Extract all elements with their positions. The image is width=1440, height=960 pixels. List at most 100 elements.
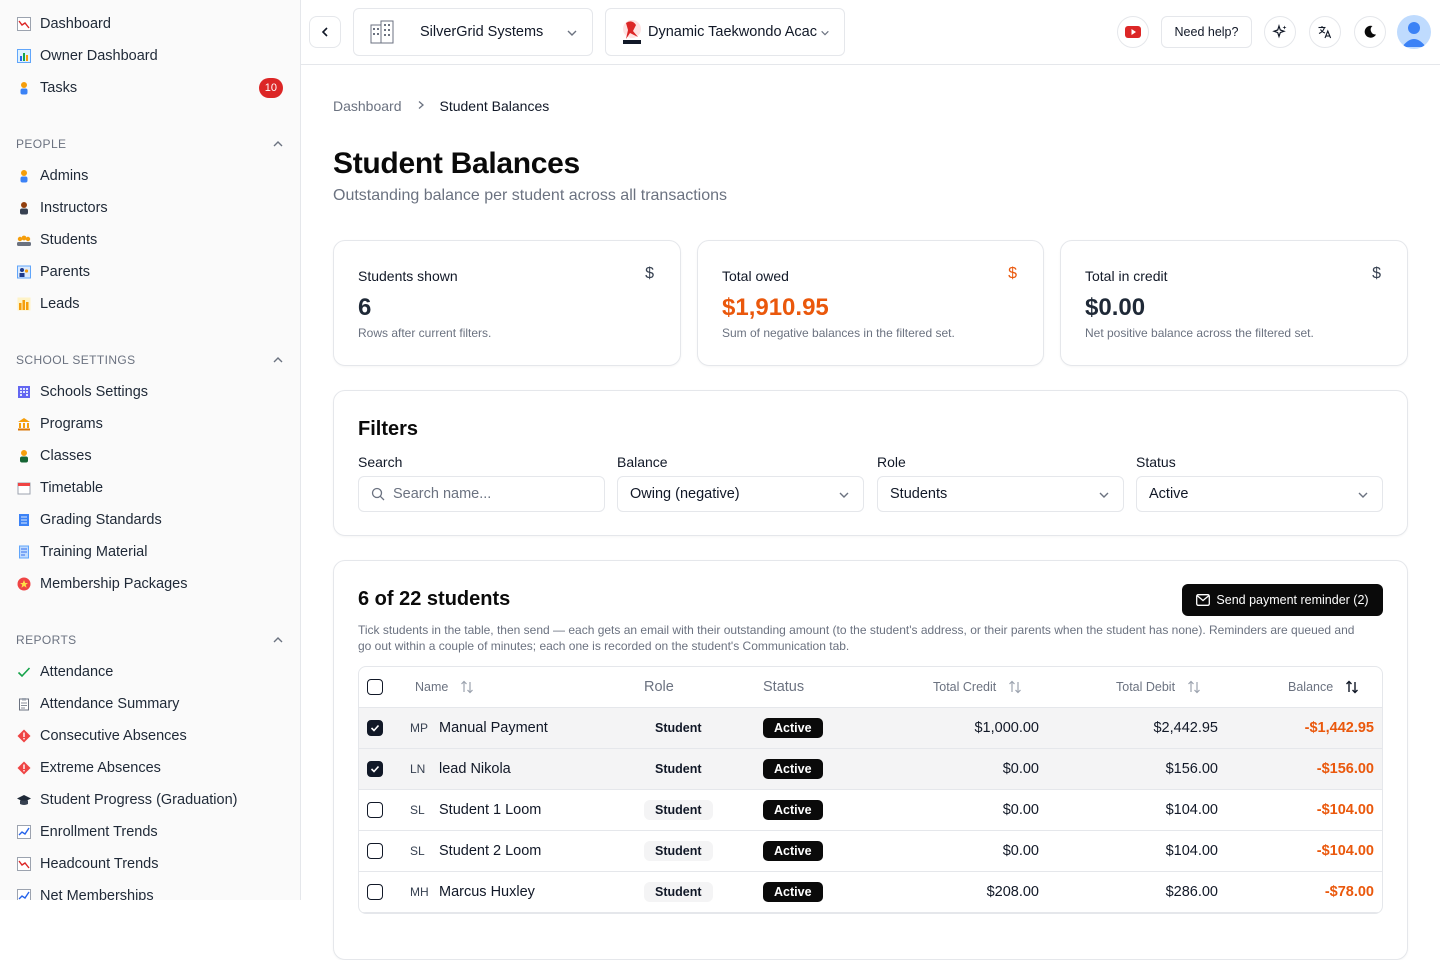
balance-select[interactable]: Owing (negative) <box>617 476 864 512</box>
section-header-people[interactable]: PEOPLE <box>0 128 300 160</box>
back-button[interactable] <box>309 16 341 48</box>
sidebar-item-timetable[interactable]: Timetable <box>0 472 300 504</box>
search-input[interactable]: Search name... <box>358 476 605 512</box>
sidebar-item-attendance[interactable]: Attendance <box>0 656 300 688</box>
total-debit: $104.00 <box>1165 843 1218 859</box>
chevron-up-icon <box>273 637 283 643</box>
organization-select[interactable]: SilverGrid Systems <box>353 8 593 56</box>
column-header-name[interactable]: Name <box>415 667 474 707</box>
trend-icon <box>16 824 32 840</box>
bar-chart-icon <box>16 296 32 312</box>
sidebar-item-parents[interactable]: Parents <box>0 256 300 288</box>
student-initials: SL <box>410 844 425 858</box>
stat-value: $1,910.95 <box>722 294 829 321</box>
building-icon <box>16 384 32 400</box>
row-checkbox[interactable] <box>367 790 383 830</box>
sidebar-item-admins[interactable]: Admins <box>0 160 300 192</box>
sidebar-item-label: Schools Settings <box>40 384 149 400</box>
breadcrumb-root[interactable]: Dashboard <box>333 98 402 114</box>
section-header-reports[interactable]: REPORTS <box>0 624 300 656</box>
chevron-down-icon <box>1358 492 1368 498</box>
stat-description: Rows after current filters. <box>358 326 492 340</box>
balance: -$78.00 <box>1324 884 1374 900</box>
status-badge: Active <box>763 759 823 779</box>
sidebar-item-net-memberships[interactable]: Net Memberships <box>0 880 300 900</box>
building-icon <box>370 20 394 44</box>
filters-card: Filters Search Search name... Balance Ow… <box>333 390 1408 536</box>
select-all-checkbox[interactable] <box>367 667 383 707</box>
sidebar-item-consecutive-absences[interactable]: Consecutive Absences <box>0 720 300 752</box>
column-header-balance[interactable]: Balance <box>1288 667 1359 707</box>
role-select[interactable]: Students <box>877 476 1124 512</box>
sidebar-item-membership-packages[interactable]: Membership Packages <box>0 568 300 600</box>
chevron-down-icon <box>839 492 849 498</box>
status-select[interactable]: Active <box>1136 476 1383 512</box>
school-select[interactable]: Dynamic Taekwondo Acac <box>605 8 845 56</box>
sidebar-item-label: Enrollment Trends <box>40 824 158 840</box>
language-button[interactable] <box>1309 16 1341 48</box>
total-credit: $208.00 <box>986 884 1039 900</box>
sidebar-item-dashboard[interactable]: Dashboard <box>0 8 300 40</box>
sidebar-item-students[interactable]: Students <box>0 224 300 256</box>
column-header-total-debit[interactable]: Total Debit <box>1116 667 1201 707</box>
student-name[interactable]: Student 1 Loom <box>439 790 541 830</box>
ai-sparkle-button[interactable] <box>1264 16 1296 48</box>
sidebar-item-grading-standards[interactable]: Grading Standards <box>0 504 300 536</box>
sidebar-item-training-material[interactable]: Training Material <box>0 536 300 568</box>
trend-icon <box>16 888 32 900</box>
user-avatar[interactable] <box>1397 15 1431 49</box>
section-header-school-settings[interactable]: SCHOOL SETTINGS <box>0 344 300 376</box>
sidebar-item-instructors[interactable]: Instructors <box>0 192 300 224</box>
sidebar-item-programs[interactable]: Programs <box>0 408 300 440</box>
search-label: Search <box>358 454 403 470</box>
table-instructions: Tick students in the table, then send — … <box>358 623 1355 653</box>
table-row[interactable]: MH Marcus Huxley Student Active $208.00 … <box>359 872 1382 913</box>
student-name[interactable]: Manual Payment <box>439 708 548 748</box>
column-header-role: Role <box>644 679 674 695</box>
need-help-button[interactable]: Need help? <box>1161 16 1252 48</box>
table-row[interactable]: LN lead Nikola Student Active $0.00 $156… <box>359 749 1382 790</box>
sidebar-item-tasks[interactable]: Tasks 10 <box>0 72 300 104</box>
check-icon <box>370 724 380 732</box>
sidebar-item-attendance-summary[interactable]: Attendance Summary <box>0 688 300 720</box>
table-row[interactable]: SL Student 1 Loom Student Active $0.00 $… <box>359 790 1382 831</box>
sidebar-item-schools-settings[interactable]: Schools Settings <box>0 376 300 408</box>
chevron-down-icon <box>567 30 577 36</box>
youtube-button[interactable] <box>1117 16 1149 48</box>
row-checkbox[interactable] <box>367 708 383 748</box>
column-header-total-credit[interactable]: Total Credit <box>933 667 1022 707</box>
row-checkbox[interactable] <box>367 872 383 912</box>
page-title: Student Balances <box>333 147 580 180</box>
sidebar-item-headcount-trends[interactable]: Headcount Trends <box>0 848 300 880</box>
send-payment-reminder-button[interactable]: Send payment reminder (2) <box>1182 584 1383 616</box>
sidebar-item-owner-dashboard[interactable]: Owner Dashboard <box>0 40 300 72</box>
row-checkbox[interactable] <box>367 831 383 871</box>
row-checkbox[interactable] <box>367 749 383 789</box>
stat-card-total-owed: Total owed $ $1,910.95 Sum of negative b… <box>697 240 1044 366</box>
sidebar-item-label: Membership Packages <box>40 576 188 592</box>
stat-description: Net positive balance across the filtered… <box>1085 326 1314 340</box>
sidebar-item-label: Net Memberships <box>40 888 154 900</box>
total-credit: $0.00 <box>1002 802 1039 818</box>
table-row[interactable]: SL Student 2 Loom Student Active $0.00 $… <box>359 831 1382 872</box>
sidebar-item-leads[interactable]: Leads <box>0 288 300 320</box>
filters-title: Filters <box>358 418 419 440</box>
mail-icon <box>1196 594 1211 606</box>
sidebar-item-enrollment-trends[interactable]: Enrollment Trends <box>0 816 300 848</box>
role-badge: Student <box>644 800 713 820</box>
student-name[interactable]: Marcus Huxley <box>439 872 535 912</box>
sidebar-item-label: Instructors <box>40 200 108 216</box>
search-placeholder: Search name... <box>393 486 492 502</box>
theme-toggle-button[interactable] <box>1354 16 1386 48</box>
total-debit: $104.00 <box>1165 802 1218 818</box>
chevron-up-icon <box>273 357 283 363</box>
student-initials: MH <box>410 885 429 899</box>
student-name[interactable]: lead Nikola <box>439 749 511 789</box>
table-row[interactable]: MP Manual Payment Student Active $1,000.… <box>359 708 1382 749</box>
sidebar-item-extreme-absences[interactable]: Extreme Absences <box>0 752 300 784</box>
role-value: Students <box>890 486 948 502</box>
sidebar-item-classes[interactable]: Classes <box>0 440 300 472</box>
status-badge: Active <box>763 841 823 861</box>
student-name[interactable]: Student 2 Loom <box>439 831 541 871</box>
sidebar-item-student-progress[interactable]: Student Progress (Graduation) <box>0 784 300 816</box>
